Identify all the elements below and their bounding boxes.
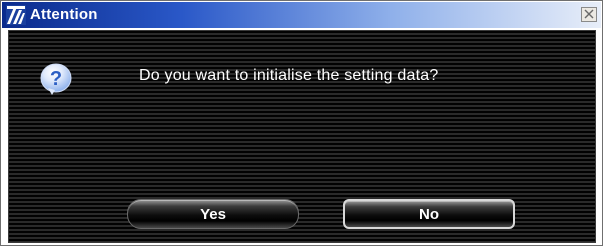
close-button[interactable] <box>581 7 597 22</box>
close-icon <box>584 6 594 24</box>
attention-dialog-window: Attention ? Do you want to initialise th… <box>0 0 603 246</box>
dialog-message: Do you want to initialise the setting da… <box>139 67 439 84</box>
title-bar[interactable]: Attention <box>2 2 601 28</box>
svg-text:?: ? <box>50 68 62 90</box>
app-logo-icon <box>6 5 26 25</box>
window-title: Attention <box>30 6 98 23</box>
yes-button[interactable]: Yes <box>127 199 299 229</box>
dialog-body: ? Do you want to initialise the setting … <box>8 30 596 243</box>
no-button[interactable]: No <box>343 199 515 229</box>
question-icon: ? <box>39 62 73 96</box>
